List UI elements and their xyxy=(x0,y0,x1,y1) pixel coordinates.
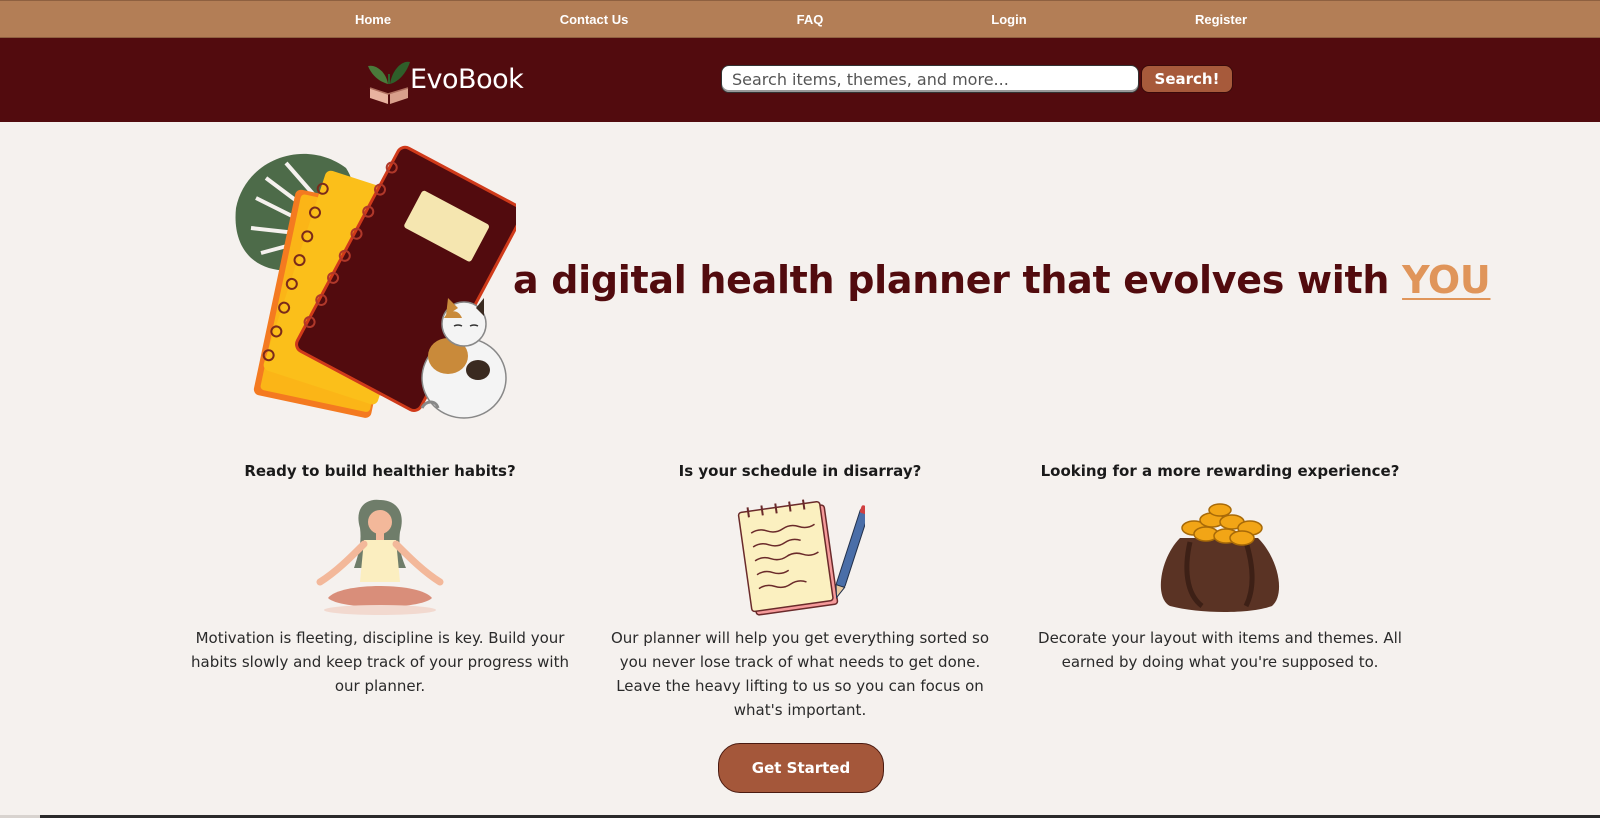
top-nav: Home Contact Us FAQ Login Register xyxy=(0,0,1600,38)
notepad-icon xyxy=(737,499,865,616)
brand-name: EvoBook xyxy=(410,64,524,95)
feature-description: Decorate your layout with items and them… xyxy=(1038,629,1402,671)
search-input[interactable] xyxy=(721,65,1139,93)
nav-contact-link[interactable]: Contact Us xyxy=(560,12,629,27)
book-sprout-logo-icon xyxy=(368,61,410,104)
hero-title-text: a digital health planner that evolves wi… xyxy=(513,258,1390,302)
hero-title: a digital health planner that evolves wi… xyxy=(513,258,1491,302)
notebooks-cat-illustration xyxy=(235,145,516,419)
nav-login-link[interactable]: Login xyxy=(991,12,1026,27)
brand-logo[interactable]: EvoBook xyxy=(366,52,526,108)
search-button[interactable]: Search! xyxy=(1141,65,1233,93)
hero-you-link[interactable]: YOU xyxy=(1402,258,1491,302)
get-started-button[interactable]: Get Started xyxy=(718,743,884,793)
coin-bag-icon xyxy=(1160,503,1280,612)
nav-home-link[interactable]: Home xyxy=(355,12,391,27)
feature-habits: Ready to build healthier habits? Motivat… xyxy=(190,462,570,695)
feature-description: Motivation is fleeting, discipline is ke… xyxy=(191,629,569,695)
meditation-icon xyxy=(316,499,444,615)
nav-faq-link[interactable]: FAQ xyxy=(797,12,824,27)
feature-heading: Ready to build healthier habits? xyxy=(244,462,516,480)
nav-register-link[interactable]: Register xyxy=(1195,12,1247,27)
feature-schedule: Is your schedule in disarray? Our planne… xyxy=(610,462,990,719)
feature-rewards: Looking for a more rewarding experience?… xyxy=(1030,462,1410,671)
feature-heading: Is your schedule in disarray? xyxy=(678,462,922,480)
feature-heading: Looking for a more rewarding experience? xyxy=(1040,462,1400,480)
feature-description: Our planner will help you get everything… xyxy=(610,629,990,719)
site-header: EvoBook Search! xyxy=(0,38,1600,122)
